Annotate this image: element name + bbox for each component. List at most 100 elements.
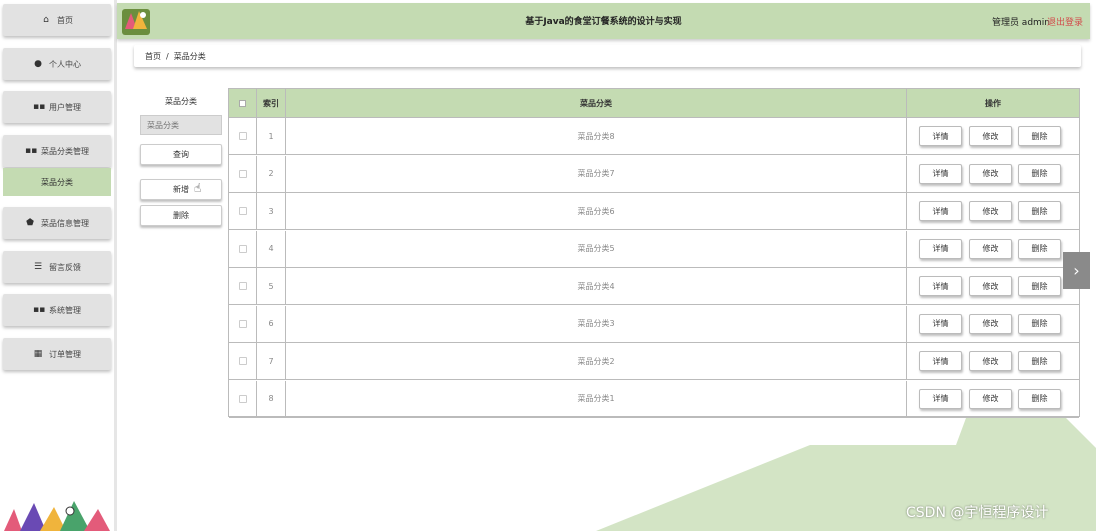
detail-button[interactable]: 详情 [919, 163, 962, 184]
grid-icon: ▪▪ [33, 305, 46, 315]
add-button[interactable]: 新增 [140, 179, 222, 200]
select-all-checkbox[interactable] [239, 99, 246, 107]
row-delete-button[interactable]: 删除 [1018, 276, 1061, 296]
header-check-cell [229, 89, 257, 117]
table-row: 2 菜品分类7 详情 修改 删除 [229, 155, 1079, 193]
search-input[interactable] [140, 115, 222, 135]
detail-button[interactable]: 详情 [919, 201, 962, 221]
row-delete-button[interactable]: 删除 [1018, 388, 1061, 409]
row-index: 4 [257, 230, 286, 267]
breadcrumb-home[interactable]: 首页 [145, 52, 161, 61]
row-checkbox[interactable] [238, 132, 247, 140]
table-row: 8 菜品分类1 详情 修改 删除 [229, 380, 1079, 418]
header-name: 菜品分类 [286, 89, 907, 117]
edit-button[interactable]: 修改 [969, 238, 1012, 259]
grid-icon: ▪▪ [25, 146, 38, 156]
row-ops: 详情 修改 删除 [907, 193, 1079, 229]
edit-button[interactable]: 修改 [969, 163, 1012, 184]
chevron-right-icon[interactable]: › [1063, 252, 1090, 289]
row-delete-button[interactable]: 删除 [1018, 351, 1061, 371]
edit-button[interactable]: 修改 [969, 201, 1012, 221]
table-header: 索引 菜品分类 操作 [229, 89, 1079, 118]
row-checkbox[interactable] [238, 357, 247, 365]
sidebar-item-label: 系统管理 [49, 305, 81, 315]
edit-button[interactable]: 修改 [969, 388, 1012, 409]
sidebar-item-dish-info[interactable]: ⬟ 菜品信息管理 [3, 207, 111, 239]
row-name: 菜品分类1 [286, 380, 907, 417]
detail-button[interactable]: 详情 [919, 238, 962, 259]
row-ops: 详情 修改 删除 [907, 118, 1079, 154]
sliders-icon: ☰ [33, 262, 43, 272]
header-ops: 操作 [985, 98, 1001, 108]
row-name: 菜品分类8 [286, 118, 907, 154]
row-ops: 详情 修改 删除 [907, 156, 1079, 192]
detail-button[interactable]: 详情 [919, 351, 962, 371]
row-check-cell [229, 305, 257, 342]
breadcrumb-current: 菜品分类 [173, 52, 206, 61]
sidebar-item-orders[interactable]: ▦ 订单管理 [3, 338, 111, 370]
edit-button[interactable]: 修改 [969, 126, 1012, 146]
sidebar-item-feedback[interactable]: ☰ 留言反馈 [3, 251, 111, 283]
row-checkbox[interactable] [238, 244, 247, 253]
row-name: 菜品分类6 [286, 193, 907, 229]
row-ops: 详情 修改 删除 [907, 343, 1079, 379]
row-ops: 详情 修改 删除 [907, 306, 1079, 342]
sidebar-item-category-mgmt[interactable]: ▪▪ 菜品分类管理 [3, 135, 111, 167]
table-row: 3 菜品分类6 详情 修改 删除 [229, 193, 1079, 230]
row-ops: 详情 修改 删除 [907, 231, 1079, 267]
table-row: 4 菜品分类5 详情 修改 删除 [229, 230, 1079, 268]
row-delete-button[interactable]: 删除 [1018, 163, 1061, 184]
header-index: 索引 [257, 89, 286, 117]
query-button[interactable]: 查询 [140, 144, 222, 165]
row-checkbox[interactable] [238, 282, 247, 290]
row-check-cell [229, 343, 257, 379]
sidebar-item-label: 菜品分类管理 [41, 146, 89, 156]
sidebar-item-label: 个人中心 [49, 59, 81, 69]
row-checkbox[interactable] [238, 169, 247, 178]
row-checkbox[interactable] [238, 319, 247, 328]
breadcrumb: 首页 / 菜品分类 [134, 45, 1081, 67]
sidebar-item-users[interactable]: ▪▪ 用户管理 [3, 91, 111, 123]
row-index: 8 [257, 380, 286, 417]
table-icon: ▦ [33, 349, 43, 359]
edit-button[interactable]: 修改 [969, 351, 1012, 371]
edit-button[interactable]: 修改 [969, 276, 1012, 296]
logout-link[interactable]: 退出登录 [1047, 15, 1083, 28]
row-index: 3 [257, 193, 286, 229]
row-delete-button[interactable]: 删除 [1018, 201, 1061, 221]
breadcrumb-separator: / [166, 52, 169, 61]
detail-button[interactable]: 详情 [919, 276, 962, 296]
detail-button[interactable]: 详情 [919, 388, 962, 409]
user-icon: ● [34, 59, 42, 69]
sidebar: ⌂ 首页 ● 个人中心 ▪▪ 用户管理 ▪▪ 菜品分类管理 菜品分类 ⬟ 菜品信… [0, 0, 117, 531]
decorative-logo [4, 501, 110, 531]
row-delete-button[interactable]: 删除 [1018, 126, 1061, 146]
sidebar-item-label: 菜品信息管理 [41, 218, 89, 228]
sidebar-subitem-category[interactable]: 菜品分类 [3, 168, 111, 196]
category-table: 索引 菜品分类 操作 1 菜品分类8 详情 修改 删除 2 菜品分类7 详情 修… [228, 88, 1080, 418]
table-row: 6 菜品分类3 详情 修改 删除 [229, 305, 1079, 343]
sidebar-item-home[interactable]: ⌂ 首页 [3, 4, 111, 36]
row-check-cell [229, 118, 257, 154]
detail-button[interactable]: 详情 [919, 313, 962, 334]
table-row: 1 菜品分类8 详情 修改 删除 [229, 118, 1079, 155]
row-name: 菜品分类3 [286, 305, 907, 342]
edit-button[interactable]: 修改 [969, 313, 1012, 334]
watermark: CSDN @宇恒程序设计 [906, 505, 1049, 521]
sidebar-item-label: 首页 [57, 15, 73, 25]
sidebar-item-personal[interactable]: ● 个人中心 [3, 48, 111, 80]
delete-button[interactable]: 删除 [140, 205, 222, 226]
row-check-cell [229, 230, 257, 267]
row-checkbox[interactable] [238, 207, 247, 215]
row-index: 1 [257, 118, 286, 154]
sidebar-item-system[interactable]: ▪▪ 系统管理 [3, 294, 111, 326]
current-user: 管理员 admin [991, 18, 1050, 28]
table-row: 7 菜品分类2 详情 修改 删除 [229, 343, 1079, 380]
sidebar-item-label: 订单管理 [49, 349, 81, 359]
detail-button[interactable]: 详情 [919, 126, 962, 146]
row-name: 菜品分类5 [286, 230, 907, 267]
row-delete-button[interactable]: 删除 [1018, 238, 1061, 259]
row-delete-button[interactable]: 删除 [1018, 313, 1061, 334]
row-checkbox[interactable] [238, 394, 247, 403]
row-ops: 详情 修改 删除 [907, 381, 1079, 417]
